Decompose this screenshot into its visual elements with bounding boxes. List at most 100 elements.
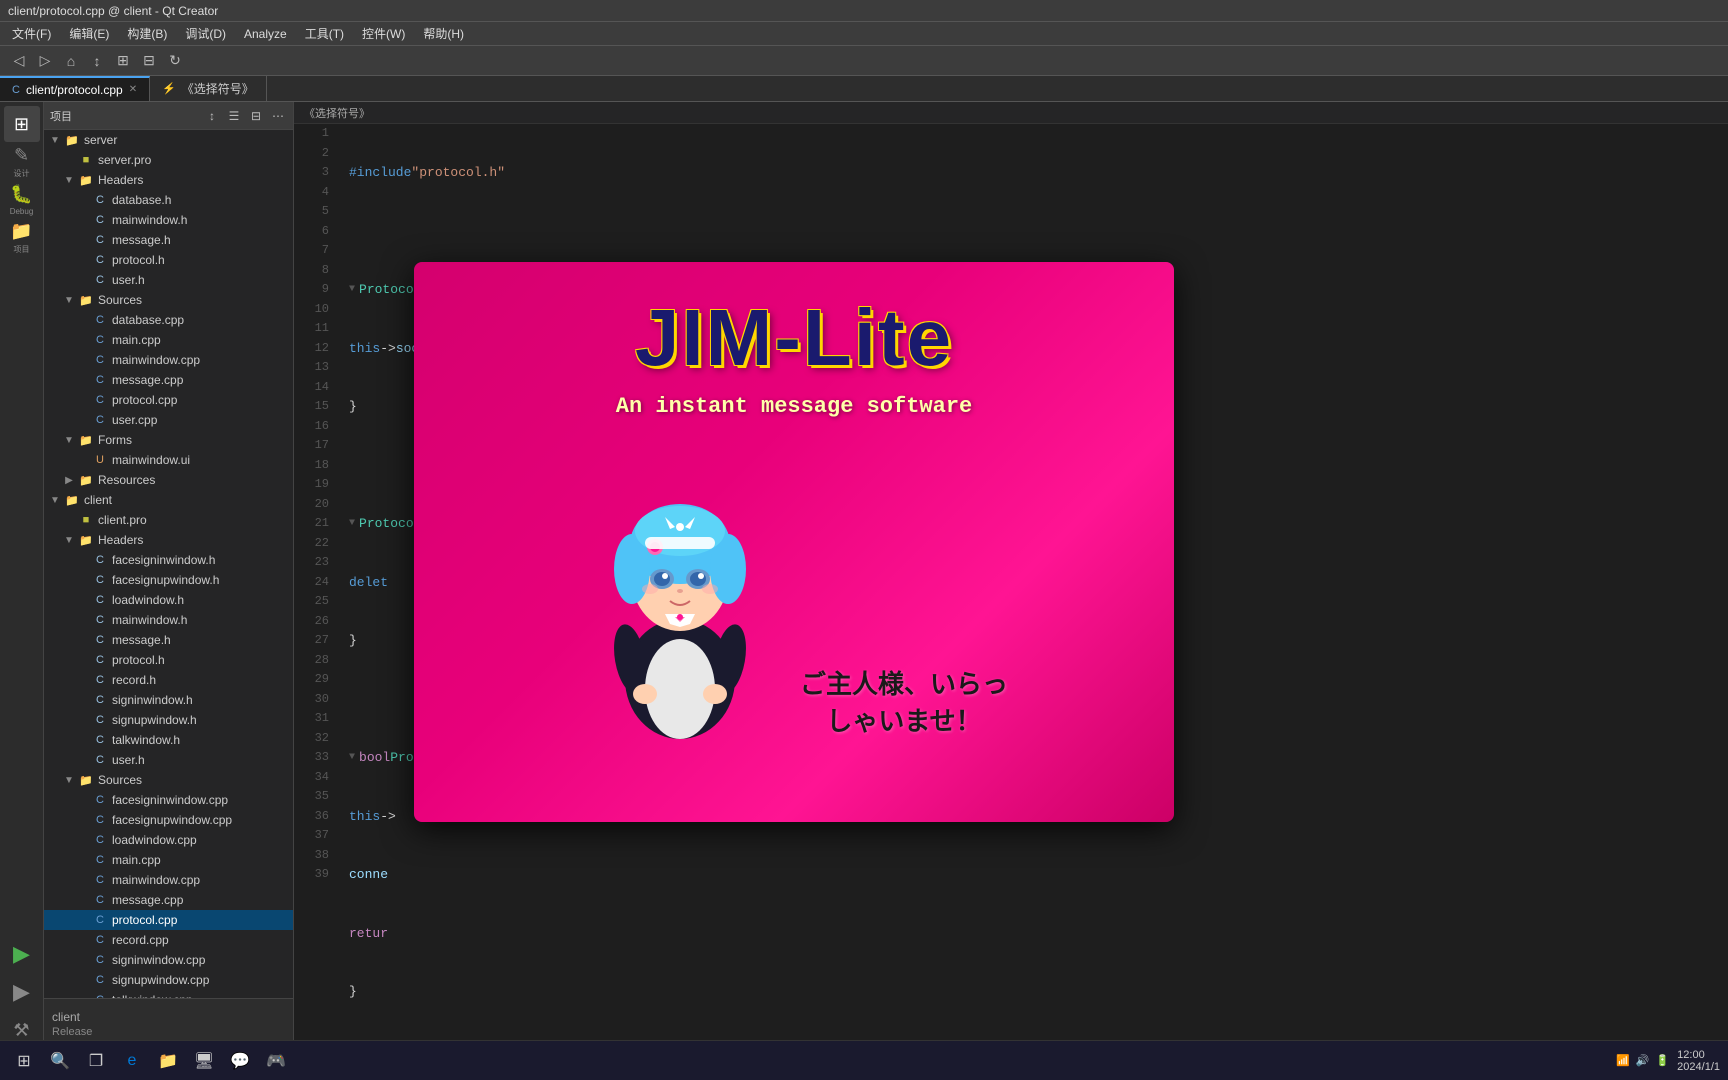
- tree-item-facesigninwindow-cpp[interactable]: C facesigninwindow.cpp: [44, 790, 293, 810]
- tree-item-mainwindow-h-c[interactable]: C mainwindow.h: [44, 610, 293, 630]
- tree-item-client-pro[interactable]: ■ client.pro: [44, 510, 293, 530]
- tree-label-database-cpp: database.cpp: [112, 313, 184, 327]
- tree-item-mainwindow-cpp-c[interactable]: C mainwindow.cpp: [44, 870, 293, 890]
- edge-button[interactable]: e: [116, 1045, 148, 1077]
- tree-item-mainwindow-ui[interactable]: U mainwindow.ui: [44, 450, 293, 470]
- tree-label-user-cpp-s: user.cpp: [112, 413, 157, 427]
- tree-item-facesignupwindow-cpp[interactable]: C facesignupwindow.cpp: [44, 810, 293, 830]
- tree-item-signupwindow-h[interactable]: C signupwindow.h: [44, 710, 293, 730]
- tree-item-talkwindow-cpp[interactable]: C talkwindow.cpp: [44, 990, 293, 998]
- home-button[interactable]: ⌂: [60, 50, 82, 72]
- menu-file[interactable]: 文件(F): [4, 23, 59, 44]
- tree-item-protocol-cpp-s[interactable]: C protocol.cpp: [44, 390, 293, 410]
- tree-item-record-h[interactable]: C record.h: [44, 670, 293, 690]
- start-button[interactable]: ⊞: [8, 1045, 40, 1077]
- ln-31: 31: [298, 709, 329, 729]
- tree-item-server[interactable]: ▼ 📁 server: [44, 130, 293, 150]
- tree-item-message-h[interactable]: C message.h: [44, 230, 293, 250]
- tree-item-mainwindow-cpp-s[interactable]: C mainwindow.cpp: [44, 350, 293, 370]
- task-view-button[interactable]: ❐: [80, 1045, 112, 1077]
- editor-area: 《选择符号》 1 2 3 4 5 6 7 8 9 10 11 12 13 14 …: [294, 102, 1728, 1048]
- sidebar-icon-debug[interactable]: 🐛 Debug: [4, 182, 40, 218]
- tab-close-button[interactable]: ✕: [129, 84, 137, 95]
- tree-item-facesigninwindow-h[interactable]: C facesigninwindow.h: [44, 550, 293, 570]
- file-icon-message-cpp-s: C: [92, 372, 108, 388]
- tree-item-server-forms[interactable]: ▼ 📁 Forms: [44, 430, 293, 450]
- tree-item-signinwindow-h[interactable]: C signinwindow.h: [44, 690, 293, 710]
- tree-item-server-sources[interactable]: ▼ 📁 Sources: [44, 290, 293, 310]
- tree-item-server-pro[interactable]: ■ server.pro: [44, 150, 293, 170]
- tree-item-protocol-h[interactable]: C protocol.h: [44, 250, 293, 270]
- tree-item-talkwindow-h[interactable]: C talkwindow.h: [44, 730, 293, 750]
- ln-38: 38: [298, 846, 329, 866]
- toolbar-btn-4[interactable]: ↻: [164, 50, 186, 72]
- tab-protocol-cpp[interactable]: C client/protocol.cpp ✕: [0, 76, 150, 101]
- tree-item-message-cpp-s[interactable]: C message.cpp: [44, 370, 293, 390]
- menu-controls[interactable]: 控件(W): [354, 23, 413, 44]
- file-icon-mainwindow-h-c: C: [92, 612, 108, 628]
- tree-item-server-headers[interactable]: ▼ 📁 Headers: [44, 170, 293, 190]
- sidebar-icon-project[interactable]: 📁 项目: [4, 220, 40, 256]
- tree-item-facesignupwindow-h[interactable]: C facesignupwindow.h: [44, 570, 293, 590]
- menu-build[interactable]: 构建(B): [119, 23, 175, 44]
- tree-item-protocol-h-c[interactable]: C protocol.h: [44, 650, 293, 670]
- tree-item-user-h[interactable]: C user.h: [44, 270, 293, 290]
- tree-item-loadwindow-h[interactable]: C loadwindow.h: [44, 590, 293, 610]
- menu-edit[interactable]: 编辑(E): [61, 23, 117, 44]
- tree-item-signupwindow-cpp[interactable]: C signupwindow.cpp: [44, 970, 293, 990]
- menu-debug[interactable]: 调试(D): [177, 23, 234, 44]
- ln-8: 8: [298, 261, 329, 281]
- tree-item-main-cpp-c[interactable]: C main.cpp: [44, 850, 293, 870]
- menu-help[interactable]: 帮助(H): [415, 23, 472, 44]
- tree-label-client-sources: Sources: [98, 773, 142, 787]
- file-icon-protocol-cpp-s: C: [92, 392, 108, 408]
- tree-item-client[interactable]: ▼ 📁 client: [44, 490, 293, 510]
- toolbar-btn-2[interactable]: ⊞: [112, 50, 134, 72]
- tab-symbol[interactable]: ⚡ 《选择符号》: [150, 76, 267, 101]
- collapse-btn[interactable]: ⊟: [247, 107, 265, 125]
- tree-item-signinwindow-cpp[interactable]: C signinwindow.cpp: [44, 950, 293, 970]
- sync-btn[interactable]: ↕: [203, 107, 221, 125]
- expand-server-headers: ▼: [62, 175, 76, 186]
- sidebar-icon-explorer[interactable]: ⊞: [4, 106, 40, 142]
- tree-item-message-h-c[interactable]: C message.h: [44, 630, 293, 650]
- app2-taskbar[interactable]: 💬: [224, 1045, 256, 1077]
- file-icon-server-pro: ■: [78, 152, 94, 168]
- tree-item-database-cpp[interactable]: C database.cpp: [44, 310, 293, 330]
- ln-33: 33: [298, 748, 329, 768]
- menu-analyze[interactable]: Analyze: [236, 25, 295, 43]
- toolbar-btn-1[interactable]: ↕: [86, 50, 108, 72]
- tree-item-client-headers[interactable]: ▼ 📁 Headers: [44, 530, 293, 550]
- tree-item-user-cpp-s[interactable]: C user.cpp: [44, 410, 293, 430]
- app1-taskbar[interactable]: 🖥: [188, 1045, 220, 1077]
- tree-item-user-h-c[interactable]: C user.h: [44, 750, 293, 770]
- sidebar-icon-design[interactable]: ✎ 设计: [4, 144, 40, 180]
- back-button[interactable]: ◁: [8, 50, 30, 72]
- sidebar-icon-step[interactable]: ▶: [4, 974, 40, 1010]
- tree-item-database-h[interactable]: C database.h: [44, 190, 293, 210]
- tree-item-main-cpp-s[interactable]: C main.cpp: [44, 330, 293, 350]
- filter-btn[interactable]: ☰: [225, 107, 243, 125]
- ln-35: 35: [298, 787, 329, 807]
- tree-item-mainwindow-h[interactable]: C mainwindow.h: [44, 210, 293, 230]
- sidebar-icon-run[interactable]: ▶: [4, 936, 40, 972]
- tree-item-loadwindow-cpp[interactable]: C loadwindow.cpp: [44, 830, 293, 850]
- step-icon: ▶: [13, 979, 30, 1005]
- app3-taskbar[interactable]: 🎮: [260, 1045, 292, 1077]
- tree-item-client-sources[interactable]: ▼ 📁 Sources: [44, 770, 293, 790]
- file-icon-facesignupwindow-cpp: C: [92, 812, 108, 828]
- tree-item-message-cpp-c[interactable]: C message.cpp: [44, 890, 293, 910]
- debug-label: Debug: [10, 207, 34, 216]
- tree-item-server-resources[interactable]: ▶ 📁 Resources: [44, 470, 293, 490]
- menu-tools[interactable]: 工具(T): [297, 23, 352, 44]
- tree-item-record-cpp[interactable]: C record.cpp: [44, 930, 293, 950]
- search-taskbar-button[interactable]: 🔍: [44, 1045, 76, 1077]
- file-tree: ▼ 📁 server ■ server.pro ▼ 📁 Headers C da…: [44, 130, 293, 998]
- file-icon-user-cpp-s: C: [92, 412, 108, 428]
- tree-item-protocol-cpp-c[interactable]: C protocol.cpp: [44, 910, 293, 930]
- tree-label-main-cpp-s: main.cpp: [112, 333, 161, 347]
- explorer-taskbar[interactable]: 📁: [152, 1045, 184, 1077]
- toolbar-btn-3[interactable]: ⊟: [138, 50, 160, 72]
- forward-button[interactable]: ▷: [34, 50, 56, 72]
- more-btn[interactable]: ⋯: [269, 107, 287, 125]
